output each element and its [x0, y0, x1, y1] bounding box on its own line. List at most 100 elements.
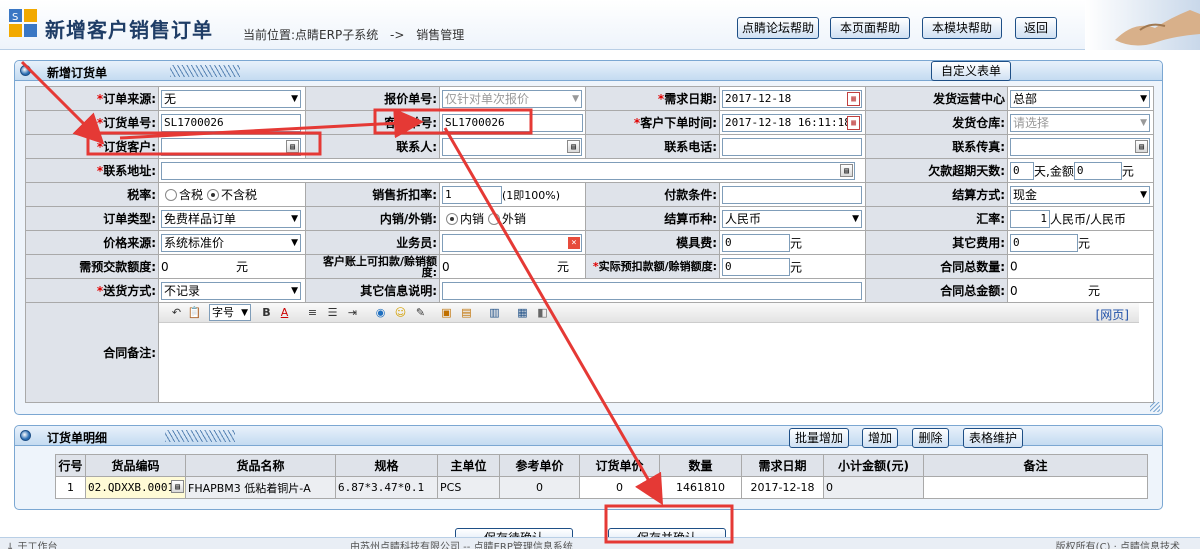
- flash-icon[interactable]: ▤: [459, 306, 474, 320]
- row-date-input[interactable]: 2017-12-18: [741, 476, 824, 499]
- overdue-days-input[interactable]: 0: [1010, 161, 1034, 180]
- ship-warehouse-select[interactable]: 请选择 ▼: [1010, 113, 1150, 132]
- address-input[interactable]: ▤: [161, 161, 855, 180]
- fax-input[interactable]: ▤: [1010, 137, 1150, 156]
- col-spec: 规格: [335, 454, 438, 477]
- quote-no-select[interactable]: 仅针对单次报价 ▼: [442, 89, 582, 108]
- dropdown-arrow-icon: ▼: [1140, 117, 1147, 128]
- order-source-select[interactable]: 无 ▼: [161, 89, 301, 108]
- row-qty-input[interactable]: 1461810: [659, 476, 742, 499]
- row-remark-input[interactable]: [923, 476, 1148, 499]
- order-type-select[interactable]: 免费样品订单 ▼: [161, 209, 301, 228]
- page-header: S 新增客户销售订单 当前位置:点睛ERP子系统 -> 销售管理 点睛论坛帮助 …: [0, 0, 1200, 50]
- calendar-icon[interactable]: ▦: [847, 115, 860, 130]
- picker-icon[interactable]: ▤: [171, 480, 184, 493]
- font-color-icon[interactable]: A: [277, 306, 292, 320]
- tax-rate-label: 税率:: [127, 188, 156, 202]
- currency-select[interactable]: 人民币 ▼: [722, 209, 862, 228]
- payment-terms-input[interactable]: [722, 185, 862, 204]
- detail-panel: 订货单明细 批量增加 增加 删除 表格维护 行号 货品编码 货品名称 规格 主单…: [14, 425, 1163, 510]
- batch-add-button[interactable]: 批量增加: [789, 428, 849, 448]
- picker-icon[interactable]: ▤: [567, 139, 580, 153]
- link-icon[interactable]: ◉: [373, 306, 388, 320]
- picker-icon[interactable]: ▤: [840, 163, 853, 177]
- row-code[interactable]: 02.QDXXB.0001 ▤: [85, 476, 186, 499]
- salesman-input[interactable]: ×: [442, 233, 582, 252]
- breadcrumb-separator: ->: [390, 28, 405, 42]
- resize-grip[interactable]: [1150, 402, 1160, 412]
- price-source-select[interactable]: 系统标准价 ▼: [161, 233, 301, 252]
- back-button[interactable]: 返回: [1015, 17, 1057, 39]
- customer-order-time-input[interactable]: 2017-12-18 16:11:18 ▦: [722, 113, 862, 132]
- col-qty: 数量: [659, 454, 742, 477]
- mold-fee-input[interactable]: 0: [722, 233, 790, 252]
- customer-order-no-input[interactable]: SL1700026: [442, 113, 583, 132]
- phone-input[interactable]: [722, 137, 862, 156]
- order-no-input[interactable]: SL1700026: [161, 113, 301, 132]
- contact-input[interactable]: ▤: [442, 137, 582, 156]
- exchange-rate-input[interactable]: 1: [1010, 209, 1050, 228]
- settlement-select[interactable]: 现金 ▼: [1010, 185, 1150, 204]
- phone-label: 联系电话:: [664, 140, 717, 154]
- html-mode-link[interactable]: [网页]: [1096, 306, 1129, 323]
- discount-label: 销售折扣率:: [372, 188, 437, 202]
- contract-qty-value: 0: [1010, 259, 1018, 274]
- actual-prededuct-input[interactable]: 0: [722, 257, 790, 276]
- image-icon[interactable]: ▣: [439, 306, 454, 320]
- emoji-icon[interactable]: ☺: [393, 306, 408, 320]
- special-char-icon[interactable]: ✎: [413, 306, 428, 320]
- prepay-label: 需预交款额度:: [79, 260, 156, 274]
- other-fee-input[interactable]: 0: [1010, 233, 1078, 252]
- picker-icon[interactable]: ▤: [1135, 139, 1148, 153]
- calendar-icon[interactable]: ▦: [847, 91, 860, 106]
- address-label: 联系地址:: [103, 164, 156, 178]
- align-icon[interactable]: ≡: [305, 306, 320, 320]
- bold-icon[interactable]: B: [259, 306, 274, 320]
- mold-fee-label: 模具费:: [676, 236, 717, 250]
- settlement-label: 结算方式:: [952, 188, 1005, 202]
- overdue-amount-input[interactable]: 0: [1073, 161, 1122, 180]
- order-type-label: 订单类型:: [103, 212, 156, 226]
- clear-icon[interactable]: ×: [568, 236, 580, 249]
- discount-input[interactable]: 1: [442, 185, 502, 204]
- custom-form-button[interactable]: 自定义表单: [931, 61, 1011, 81]
- module-help-button[interactable]: 本模块帮助: [922, 17, 1002, 39]
- actual-prededuct-label: 实际预扣款额/赊销额度:: [598, 260, 717, 273]
- domestic-radio[interactable]: [446, 212, 458, 225]
- tax-inclusive-radio[interactable]: [165, 188, 177, 201]
- forum-help-button[interactable]: 点睛论坛帮助: [737, 17, 819, 39]
- font-size-select[interactable]: 字号 ▼: [209, 304, 251, 321]
- tax-exclusive-radio[interactable]: [207, 188, 220, 201]
- row-unit: PCS: [437, 476, 500, 499]
- table-icon[interactable]: ▥: [487, 306, 502, 320]
- preview-icon[interactable]: ◧: [535, 306, 550, 320]
- required-date-label: 需求日期:: [664, 92, 717, 106]
- indent-icon[interactable]: ⇥: [345, 306, 360, 320]
- order-source-label: 订单来源:: [103, 92, 156, 106]
- required-date-input[interactable]: 2017-12-18 ▦: [722, 89, 862, 108]
- export-radio[interactable]: [488, 212, 501, 225]
- page-title: 新增客户销售订单: [45, 18, 213, 42]
- dropdown-arrow-icon: ▼: [1140, 93, 1147, 104]
- row-price-input[interactable]: 0: [579, 476, 660, 499]
- ordered-list-icon[interactable]: ☰: [325, 306, 340, 320]
- row-name: FHAPBM3 低粘着铜片-A: [185, 476, 336, 499]
- media-icon[interactable]: ▦: [515, 306, 530, 320]
- picker-icon[interactable]: ▤: [286, 139, 299, 153]
- app-logo-icon: S: [8, 8, 38, 38]
- undo-icon[interactable]: ↶: [169, 306, 184, 320]
- remarks-editor[interactable]: ↶ 📋 字号 ▼ B A ≡ ☰ ⇥ ◉ ☺ ✎ ▣ ▤ ▥ ▦ ◧ [网页]: [159, 303, 1139, 402]
- other-info-input[interactable]: [442, 281, 862, 300]
- ship-center-select[interactable]: 总部 ▼: [1010, 89, 1150, 108]
- customer-input[interactable]: ▤: [161, 137, 301, 156]
- svg-text:S: S: [12, 12, 18, 23]
- breadcrumb: 当前位置:点睛ERP子系统 -> 销售管理: [243, 26, 464, 43]
- page-help-button[interactable]: 本页面帮助: [830, 17, 910, 39]
- payment-terms-label: 付款条件:: [664, 188, 717, 202]
- delivery-method-select[interactable]: 不记录 ▼: [161, 281, 301, 300]
- add-button[interactable]: 增加: [862, 428, 898, 448]
- table-maintain-button[interactable]: 表格维护: [963, 428, 1023, 448]
- delete-button[interactable]: 删除: [912, 428, 949, 448]
- dropdown-arrow-icon: ▼: [291, 213, 298, 224]
- paste-icon[interactable]: 📋: [187, 306, 202, 320]
